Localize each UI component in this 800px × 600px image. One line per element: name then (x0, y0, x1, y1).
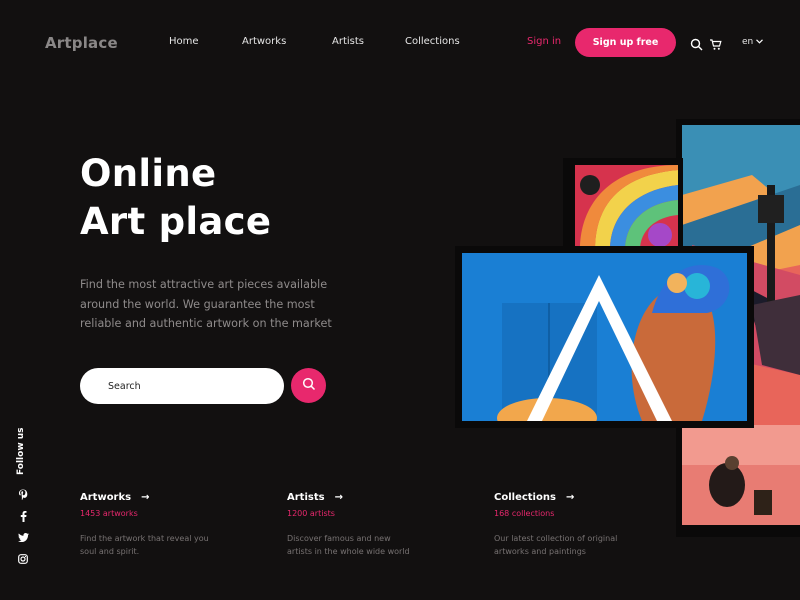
nav-collections[interactable]: Collections (405, 36, 460, 47)
twitter-icon[interactable] (17, 531, 29, 543)
search-icon (302, 376, 316, 395)
artwork-mural-image[interactable] (462, 253, 747, 421)
stat-artworks[interactable]: Artworks → 1453 artworks Find the artwork… (80, 492, 210, 558)
artwork-graffiti-image[interactable] (575, 165, 678, 250)
nav-artists[interactable]: Artists (332, 36, 364, 47)
search-input[interactable] (80, 368, 284, 404)
search-icon[interactable] (690, 36, 703, 51)
arrow-right-icon: → (141, 492, 150, 503)
hero-description: Find the most attractive art pieces avai… (80, 278, 332, 330)
sign-in-link[interactable]: Sign in (527, 36, 561, 47)
stat-title: Collections (494, 492, 556, 503)
stat-description: Our latest collection of original artwor… (494, 534, 618, 556)
logo[interactable]: Artplace (45, 34, 118, 52)
stat-count: 168 collections (494, 509, 555, 518)
nav-home[interactable]: Home (169, 36, 199, 47)
cart-icon[interactable] (709, 36, 722, 50)
pinterest-icon[interactable] (17, 488, 29, 500)
instagram-icon[interactable] (17, 553, 29, 565)
hero-title-line-2: Art place (80, 200, 272, 243)
stat-count: 1453 artworks (80, 509, 138, 518)
stat-description: Discover famous and new artists in the w… (287, 534, 410, 556)
stat-artists[interactable]: Artists → 1200 artists Discover famous an… (287, 492, 417, 558)
stat-description: Find the artwork that reveal you soul an… (80, 534, 209, 556)
chevron-down-icon (756, 37, 764, 47)
stat-collections[interactable]: Collections → 168 collections Our latest … (494, 492, 624, 558)
hero-title: Online Art place (80, 150, 271, 246)
nav-artworks[interactable]: Artworks (242, 36, 286, 47)
stat-count: 1200 artists (287, 509, 335, 518)
language-select[interactable]: en (742, 37, 764, 47)
facebook-icon[interactable] (17, 510, 29, 522)
follow-us-label: Follow us (16, 427, 26, 475)
stat-title: Artists (287, 492, 325, 503)
arrow-right-icon: → (334, 492, 343, 503)
arrow-right-icon: → (565, 492, 575, 503)
search-button[interactable] (291, 368, 326, 403)
stat-title: Artworks (80, 492, 132, 503)
language-value: en (742, 37, 754, 47)
hero-title-line-1: Online (80, 152, 217, 195)
sign-up-button[interactable]: Sign up free (575, 28, 676, 57)
